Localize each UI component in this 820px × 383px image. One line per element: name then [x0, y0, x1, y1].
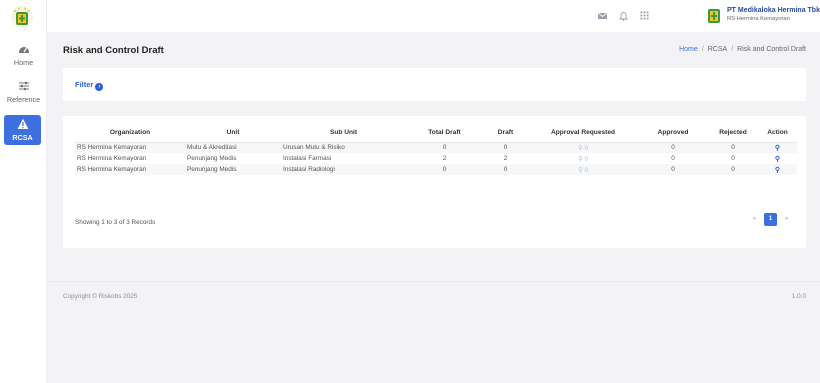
- cell-sub-unit: Urusan Mutu & Risiko: [281, 142, 406, 153]
- pagination-next-button[interactable]: »: [780, 213, 793, 226]
- bell-icon[interactable]: [618, 10, 629, 21]
- breadcrumb-rcsa-link[interactable]: RCSA: [708, 46, 727, 53]
- table-row: RS Hermina Kemayoran Penunjang Medis Ins…: [75, 164, 797, 175]
- table-card: Organization Unit Sub Unit Total Draft D…: [63, 116, 806, 248]
- cell-rejected: 0: [731, 155, 735, 162]
- sidebar-item-home[interactable]: Home: [0, 43, 47, 67]
- column-header-draft: Draft: [483, 124, 528, 143]
- cell-draft: 0: [483, 142, 528, 153]
- pagination-prev-button[interactable]: «: [748, 213, 761, 226]
- topbar: PT Medikaloka Hermina Tbk RS Hermina Kem…: [47, 0, 820, 32]
- company-name: PT Medikaloka Hermina Tbk: [727, 7, 820, 14]
- table-row: RS Hermina Kemayoran Penunjang Medis Ins…: [75, 153, 797, 164]
- column-header-organization: Organization: [75, 124, 185, 143]
- cell-approved: 0: [638, 164, 708, 175]
- cell-sub-unit: Instalasi Radiologi: [281, 164, 406, 175]
- cell-sub-unit: Instalasi Farmasi: [283, 155, 332, 162]
- table-info: Showing 1 to 3 of 3 Records: [75, 219, 156, 226]
- cell-rejected: 0: [708, 164, 758, 175]
- mail-icon[interactable]: [597, 10, 608, 21]
- filter-card: Filter ›: [63, 68, 806, 101]
- column-header-rejected: Rejected: [708, 124, 758, 143]
- company-logo-icon: [708, 9, 720, 23]
- cell-organization: RS Hermina Kemayoran: [75, 164, 185, 175]
- column-header-approval-requested: Approval Requested: [528, 124, 638, 143]
- view-action-search-icon[interactable]: ⚲: [758, 142, 797, 153]
- footer-divider: [48, 281, 820, 282]
- sidebar: Home Reference RCSA: [0, 0, 47, 383]
- breadcrumb-home-link[interactable]: Home: [679, 46, 698, 53]
- cell-total-draft: 0: [406, 142, 483, 153]
- warning-icon: [17, 118, 28, 129]
- view-action-search-icon[interactable]: ⚲: [758, 164, 797, 175]
- apps-grid-icon[interactable]: [639, 10, 650, 21]
- company-info[interactable]: PT Medikaloka Hermina Tbk RS Hermina Kem…: [727, 7, 820, 23]
- cell-approval-requested: ⚲ 0: [528, 153, 638, 164]
- cell-draft: 2: [503, 155, 508, 162]
- cell-approved: 0: [638, 142, 708, 153]
- cell-draft: 0: [483, 164, 528, 175]
- cell-approved: 0: [671, 155, 675, 162]
- breadcrumb-current: Risk and Control Draft: [737, 46, 806, 53]
- cell-organization: RS Hermina Kemayoran: [75, 142, 185, 153]
- cell-organization: RS Hermina Kemayoran: [77, 155, 147, 162]
- filter-toggle[interactable]: Filter ›: [75, 80, 104, 91]
- sidebar-item-label: RCSA: [12, 133, 33, 142]
- cell-approval-requested: ⚲ 0: [528, 164, 638, 175]
- breadcrumb-separator: /: [701, 46, 704, 53]
- sidebar-item-reference[interactable]: Reference: [0, 80, 47, 104]
- breadcrumb: Home / RCSA / Risk and Control Draft: [679, 46, 806, 53]
- column-header-approved: Approved: [638, 124, 708, 143]
- table-header-row: Organization Unit Sub Unit Total Draft D…: [75, 124, 797, 143]
- cell-total-draft: 0: [406, 164, 483, 175]
- hospital-logo-icon[interactable]: [10, 5, 34, 29]
- sidebar-item-label: Reference: [6, 95, 41, 104]
- search-icon[interactable]: ⚲: [578, 167, 583, 174]
- approval-requested-value: 0: [584, 155, 589, 163]
- draft-table: Organization Unit Sub Unit Total Draft D…: [75, 124, 797, 175]
- sidebar-item-label: Home: [13, 58, 34, 67]
- column-header-sub-unit: Sub Unit: [281, 124, 406, 143]
- company-subtitle: RS Hermina Kemayoran: [727, 16, 790, 22]
- dashboard-icon: [18, 47, 29, 53]
- cell-rejected: 0: [708, 142, 758, 153]
- table-row: RS Hermina Kemayoran Mutu & Akreditasi U…: [75, 142, 797, 153]
- approval-requested-value: 0: [584, 144, 589, 152]
- column-header-action: Action: [758, 124, 797, 143]
- search-icon[interactable]: ⚲: [578, 156, 583, 163]
- approval-requested-value: 0: [584, 166, 589, 174]
- filter-label: Filter: [75, 80, 94, 89]
- search-icon[interactable]: ⚲: [578, 145, 583, 152]
- pagination: « 1 »: [748, 213, 793, 226]
- cell-total-draft: 2: [442, 155, 447, 162]
- sidebar-item-rcsa[interactable]: RCSA: [4, 115, 41, 145]
- chevron-right-icon: ›: [95, 83, 104, 91]
- column-header-unit: Unit: [185, 124, 281, 143]
- copyright: Copyright © Riskobs 2025: [63, 293, 138, 300]
- breadcrumb-separator: /: [731, 46, 734, 53]
- pagination-page-button[interactable]: 1: [764, 213, 777, 226]
- sliders-icon: [18, 81, 29, 91]
- page-title: Risk and Control Draft: [63, 45, 164, 56]
- column-header-total-draft: Total Draft: [406, 124, 483, 143]
- version: 1.0.0: [791, 293, 806, 300]
- cell-unit: Mutu & Akreditasi: [185, 142, 281, 153]
- cell-approval-requested: ⚲ 0: [528, 142, 638, 153]
- view-action-search-icon[interactable]: ⚲: [758, 153, 797, 164]
- cell-unit: Penunjang Medis: [185, 164, 281, 175]
- cell-unit: Penunjang Medis: [187, 155, 237, 162]
